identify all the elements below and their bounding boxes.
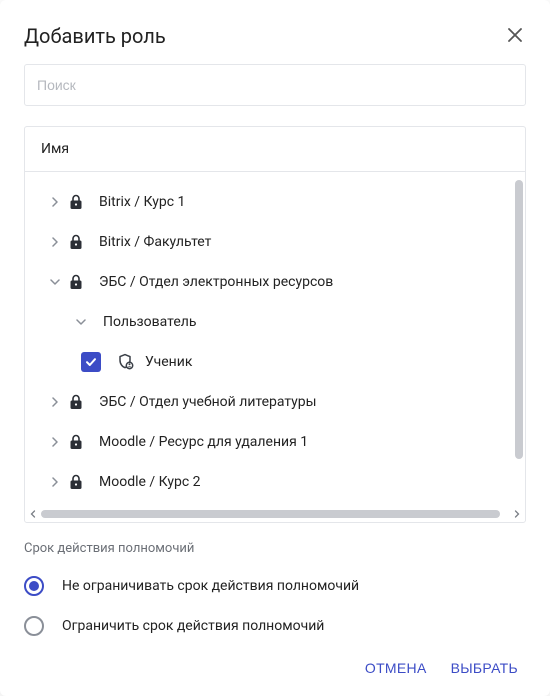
tree-row[interactable]: Bitrix / Курс 1 bbox=[25, 182, 511, 222]
radio-label: Не ограничивать срок действия полномочий bbox=[62, 578, 359, 594]
vertical-scrollbar[interactable] bbox=[515, 180, 523, 490]
tree-row-label: Пользователь bbox=[103, 314, 196, 330]
chevron-right-icon bbox=[50, 237, 60, 247]
role-tree[interactable]: Bitrix / Курс 1 Bitrix / Факультет bbox=[25, 172, 525, 508]
chevron-down-icon bbox=[50, 277, 60, 287]
lock-icon bbox=[65, 194, 87, 210]
tree-row-label: ЭБС / Отдел электронных ресурсов bbox=[99, 274, 333, 290]
lock-icon bbox=[65, 234, 87, 250]
expand-toggle[interactable] bbox=[45, 277, 65, 287]
tree-row-label: Bitrix / Курс 1 bbox=[99, 194, 185, 210]
expand-toggle[interactable] bbox=[45, 437, 65, 447]
chevron-right-icon bbox=[50, 397, 60, 407]
expand-toggle[interactable] bbox=[45, 397, 65, 407]
tree-row-label: Bitrix / Факультет bbox=[99, 234, 211, 250]
tree-row[interactable]: ЭБС / Отдел учебной литературы bbox=[25, 382, 511, 422]
close-button[interactable] bbox=[504, 24, 526, 46]
horizontal-scrollbar[interactable] bbox=[25, 508, 525, 522]
validity-option-unlimited[interactable]: Не ограничивать срок действия полномочий bbox=[24, 566, 526, 606]
check-icon bbox=[84, 355, 98, 369]
lock-icon bbox=[65, 394, 87, 410]
tree-row-label: Moodle / Курс 2 bbox=[99, 474, 201, 490]
add-role-dialog: Добавить роль Имя Bitrix / Курс 1 bbox=[0, 0, 550, 696]
tree-row[interactable]: Пользователь bbox=[25, 302, 511, 342]
expand-toggle[interactable] bbox=[45, 237, 65, 247]
lock-icon bbox=[65, 434, 87, 450]
horizontal-scrollbar-thumb[interactable] bbox=[41, 510, 500, 518]
tree-row[interactable]: Ученик bbox=[25, 342, 511, 382]
lock-icon bbox=[65, 274, 87, 290]
horizontal-scrollbar-track[interactable] bbox=[41, 510, 509, 518]
tree-row[interactable]: Moodle / Курс 2 bbox=[25, 462, 511, 502]
tree-row-label: Ученик bbox=[145, 354, 192, 370]
scroll-left-button[interactable] bbox=[27, 510, 39, 518]
search-box[interactable] bbox=[24, 64, 526, 106]
tree-row[interactable]: Moodle / Ресурс для удаления 1 bbox=[25, 422, 511, 462]
list-header-name: Имя bbox=[25, 127, 525, 172]
chevron-right-icon bbox=[50, 477, 60, 487]
cancel-button[interactable]: ОТМЕНА bbox=[357, 652, 435, 684]
validity-option-limited[interactable]: Ограничить срок действия полномочий bbox=[24, 606, 526, 646]
dialog-actions: ОТМЕНА ВЫБРАТЬ bbox=[24, 652, 526, 684]
tree-row-label: Moodle / Ресурс для удаления 1 bbox=[99, 434, 308, 450]
search-input[interactable] bbox=[37, 77, 513, 93]
validity-section: Срок действия полномочий Не ограничивать… bbox=[24, 541, 526, 646]
radio-button[interactable] bbox=[24, 616, 44, 636]
dialog-header: Добавить роль bbox=[24, 24, 526, 48]
chevron-right-icon bbox=[50, 437, 60, 447]
expand-toggle[interactable] bbox=[45, 477, 65, 487]
chevron-right-icon bbox=[513, 510, 521, 518]
tree-wrap: Bitrix / Курс 1 Bitrix / Факультет bbox=[25, 172, 525, 522]
tree-row[interactable]: Moodle / Курс 1 bbox=[25, 502, 511, 508]
vertical-scrollbar-thumb[interactable] bbox=[515, 180, 523, 459]
role-list-panel: Имя Bitrix / Курс 1 bbox=[24, 126, 526, 523]
chevron-down-icon bbox=[76, 317, 86, 327]
radio-label: Ограничить срок действия полномочий bbox=[62, 618, 324, 634]
expand-toggle[interactable] bbox=[45, 197, 65, 207]
lock-icon bbox=[65, 474, 87, 490]
radio-button[interactable] bbox=[24, 576, 44, 596]
validity-title: Срок действия полномочий bbox=[24, 541, 526, 556]
tree-row[interactable]: Bitrix / Факультет bbox=[25, 222, 511, 262]
select-button[interactable]: ВЫБРАТЬ bbox=[443, 652, 526, 684]
chevron-left-icon bbox=[29, 510, 37, 518]
tree-row-label: ЭБС / Отдел учебной литературы bbox=[99, 394, 317, 410]
tree-row[interactable]: ЭБС / Отдел электронных ресурсов bbox=[25, 262, 511, 302]
scroll-right-button[interactable] bbox=[511, 510, 523, 518]
dialog-title: Добавить роль bbox=[24, 24, 166, 48]
close-icon bbox=[506, 26, 524, 44]
role-checkbox[interactable] bbox=[81, 352, 101, 372]
expand-toggle[interactable] bbox=[71, 317, 91, 327]
role-icon bbox=[115, 353, 137, 371]
chevron-right-icon bbox=[50, 197, 60, 207]
